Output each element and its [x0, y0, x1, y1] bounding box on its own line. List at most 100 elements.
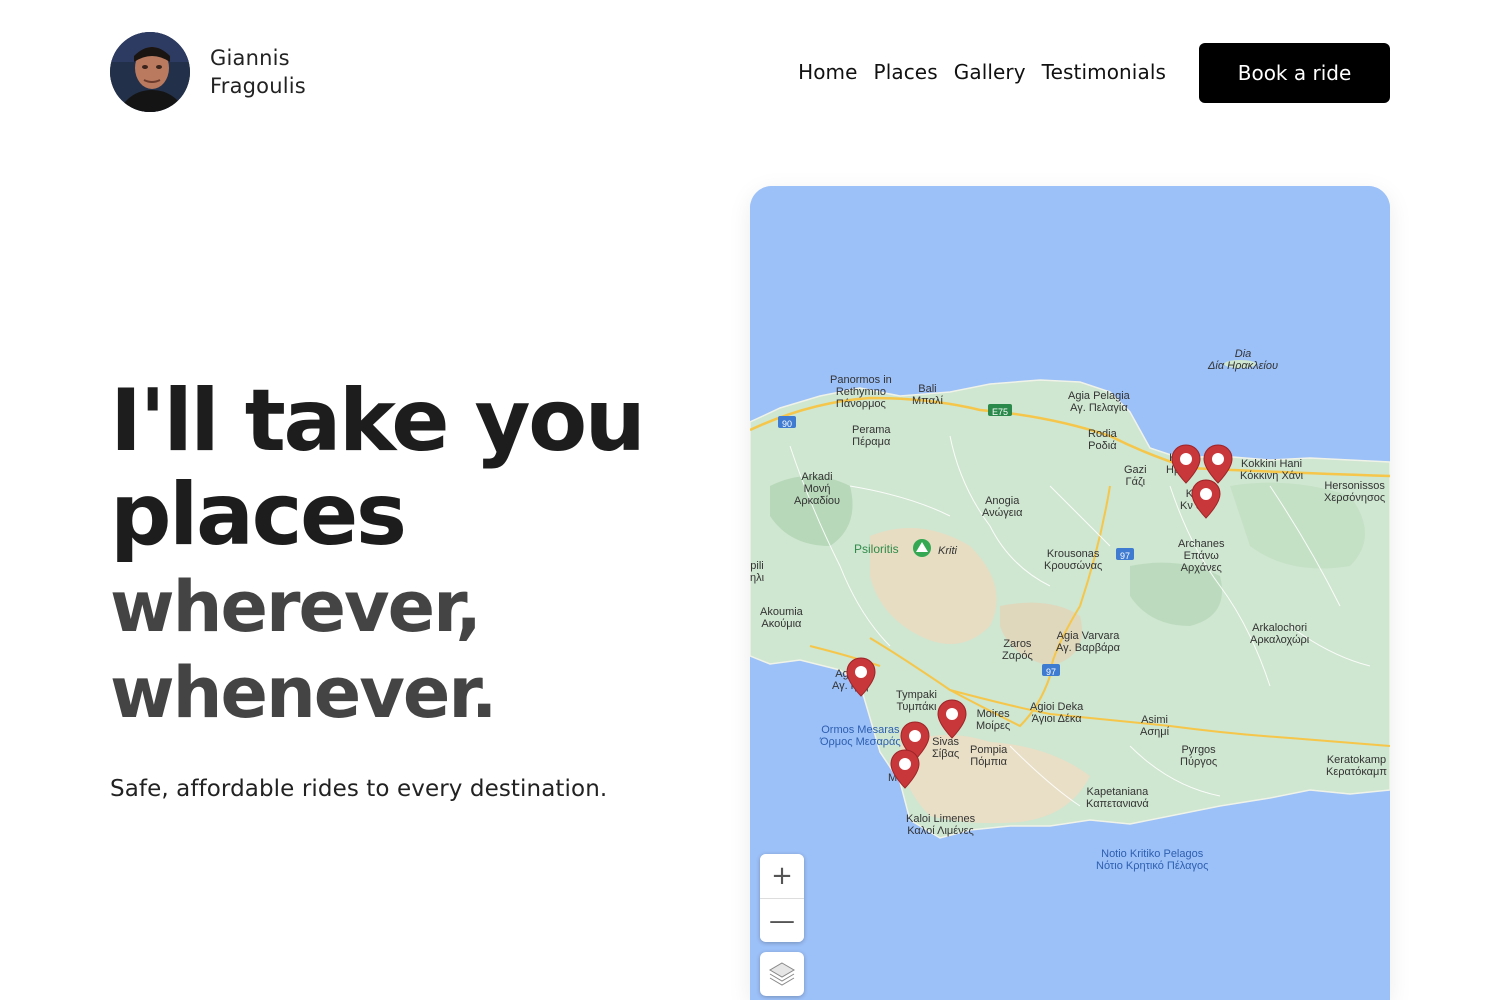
nav-home-link[interactable]: Home — [798, 60, 857, 84]
map-label-kriti: Kriti — [938, 545, 957, 557]
hero-title: I'll take you places — [110, 374, 730, 562]
map-label-tympaki-greek: Τυμπάκι — [896, 701, 937, 713]
zoom-control: + — — [760, 854, 804, 942]
map-label-psiloritis: Psiloritis — [854, 542, 899, 556]
map-label-pompia-greek: Πόμπια — [970, 756, 1008, 768]
map-label-dia: Dia Δία Ηρακλείου — [1208, 348, 1278, 372]
map-label-agia-pelagia-latin: Agia Pelagia — [1068, 390, 1130, 402]
map-label-hersonissos-greek: Χερσόνησος — [1324, 492, 1386, 504]
map-label-sivas: Sivas Σίβας — [932, 736, 959, 760]
layers-icon — [769, 961, 795, 986]
map-label-agia-pelagia-greek: Αγ. Πελαγία — [1070, 402, 1128, 414]
avatar — [110, 32, 190, 112]
map-pin-icon[interactable] — [890, 749, 920, 789]
map-pin-icon[interactable] — [1191, 479, 1221, 519]
map-label-arkadi: Arkadi Μονή Αρκαδίου — [794, 471, 840, 507]
map-label-spili: pili ηλι — [750, 560, 764, 584]
brand-name: Giannis Fragoulis — [210, 44, 306, 100]
map-label-keratokampos-greek: Κερατόκαμπ — [1326, 766, 1387, 778]
map-label-krousonas-latin: Krousonas — [1046, 548, 1100, 560]
map-label-archanes-1: Archanes — [1178, 538, 1225, 550]
hero-subtitle: wherever, whenever. — [110, 564, 730, 736]
map-label-zaros-latin: Zaros — [1003, 638, 1032, 650]
map-pin-icon[interactable] — [846, 657, 876, 697]
map-label-tympaki-latin: Tympaki — [896, 689, 937, 701]
map-label-rodia: Rodia Ροδιά — [1088, 428, 1117, 452]
map-label-pyrgos-greek: Πύργος — [1180, 756, 1218, 768]
map-label-panormos-3: Πάνορμος — [835, 398, 886, 410]
map-label-moires-greek: Μοίρες — [976, 720, 1011, 732]
map-label-kapetaniana-greek: Καπετανιανά — [1086, 798, 1149, 810]
brand-last-name: Fragoulis — [210, 74, 306, 98]
map-label-notio-latin: Notio Kritiko Pelagos — [1101, 848, 1204, 860]
zoom-in-button[interactable]: + — [760, 854, 804, 898]
map-label-asimi-latin: Asimi — [1141, 714, 1168, 726]
map-label-perama: Perama Πέραμα — [852, 424, 891, 448]
map-label-keratokampos-latin: Keratokamp — [1326, 754, 1387, 766]
map-widget[interactable]: 90 E75 97 97 Dia Δία Ηρακλείου Panormos … — [750, 186, 1390, 1000]
map-label-ormos-mesaras-greek: Όρμος Μεσαράς — [820, 736, 901, 748]
zoom-out-button[interactable]: — — [760, 898, 804, 942]
map-label-ormos-mesaras: Ormos Mesaras Όρμος Μεσαράς — [820, 724, 901, 748]
hero-section: I'll take you places wherever, whenever.… — [110, 374, 730, 802]
map-label-kapetaniana-latin: Kapetaniana — [1086, 786, 1149, 798]
nav-gallery-link[interactable]: Gallery — [954, 60, 1026, 84]
map-label-asimi: Asimi Ασημί — [1140, 714, 1169, 738]
map-label-rodia-greek: Ροδιά — [1088, 440, 1117, 452]
map-pin-icon[interactable] — [1171, 444, 1201, 484]
hero-tagline: Safe, affordable rides to every destinat… — [110, 776, 608, 802]
map-label-agia-pelagia: Agia Pelagia Αγ. Πελαγία — [1068, 390, 1130, 414]
map-label-arkalochori: Arkalochori Αρκαλοχώρι — [1250, 622, 1309, 646]
map-label-hersonissos-latin: Hersonissos — [1324, 480, 1385, 492]
hero-subtitle-line-1: wherever, — [110, 566, 482, 648]
hero-title-line-2: places — [110, 465, 407, 565]
map-label-archanes-3: Αρχάνες — [1180, 562, 1222, 574]
map-label-archanes-2: Επάνω — [1183, 550, 1219, 562]
map-label-arkadi-1: Arkadi — [801, 471, 833, 483]
map-label-anogia-greek: Ανώγεια — [982, 507, 1023, 519]
map-pin-icon[interactable] — [1203, 444, 1233, 484]
map-label-dia-latin: Dia — [1234, 348, 1252, 360]
map-label-zaros-greek: Ζαρός — [1002, 650, 1033, 662]
map-label-archanes: Archanes Επάνω Αρχάνες — [1178, 538, 1224, 574]
map-label-agioi-deka-latin: Agioi Deka — [1030, 701, 1084, 713]
map-label-kokkini-hani-latin: Kokkini Hani — [1240, 458, 1303, 470]
map-label-agioi-deka: Agioi Deka Άγιοι Δέκα — [1030, 701, 1083, 725]
map-label-krousonas-greek: Κρουσώνας — [1044, 560, 1103, 572]
map-label-perama-latin: Perama — [852, 424, 891, 436]
map-label-panormos-2: Rethymno — [835, 386, 886, 398]
map-label-panormos-1: Panormos in — [830, 374, 892, 386]
road-label-97a: 97 — [1119, 551, 1130, 561]
map-label-kaloi-limenes-latin: Kaloi Limenes — [906, 813, 976, 825]
map-canvas[interactable] — [750, 186, 1390, 1000]
map-label-zaros: Zaros Ζαρός — [1002, 638, 1033, 662]
map-label-hersonissos: Hersonissos Χερσόνησος — [1324, 480, 1385, 504]
nav-places-link[interactable]: Places — [874, 60, 938, 84]
map-label-notio-kritiko-pelagos: Notio Kritiko Pelagos Νότιο Κρητικό Πέλα… — [1096, 848, 1208, 872]
map-label-bali-greek: Μπαλί — [912, 395, 943, 407]
map-label-akoumia-greek: Ακούμια — [761, 618, 802, 630]
map-label-anogia: Anogia Ανώγεια — [982, 495, 1022, 519]
road-label-90: 90 — [781, 419, 792, 429]
map-label-moires: Moires Μοίρες — [976, 708, 1010, 732]
nav-testimonials-link[interactable]: Testimonials — [1042, 60, 1166, 84]
map-pin-icon[interactable] — [937, 699, 967, 739]
map-label-pyrgos: Pyrgos Πύργος — [1180, 744, 1217, 768]
hero-title-line-1: I'll take you — [110, 371, 646, 471]
book-ride-button[interactable]: Book a ride — [1199, 43, 1390, 103]
hero-subtitle-line-2: whenever. — [110, 652, 498, 734]
site-header: Giannis Fragoulis Home Places Gallery Te… — [110, 32, 1390, 114]
map-label-arkalochori-greek: Αρκαλοχώρι — [1250, 634, 1310, 646]
map-label-spili-latin: pili — [750, 560, 764, 572]
map-label-pompia-latin: Pompia — [970, 744, 1008, 756]
brand[interactable]: Giannis Fragoulis — [110, 32, 306, 112]
map-label-panormos: Panormos in Rethymno Πάνορμος — [830, 374, 892, 410]
map-label-agioi-deka-greek: Άγιοι Δέκα — [1031, 713, 1082, 725]
map-label-anogia-latin: Anogia — [985, 495, 1020, 507]
map-label-perama-greek: Πέραμα — [852, 436, 891, 448]
map-label-agia-varvara-latin: Agia Varvara — [1056, 630, 1120, 642]
layers-button[interactable] — [760, 952, 804, 996]
map-label-tympaki: Tympaki Τυμπάκι — [896, 689, 937, 713]
map-label-gazi-latin: Gazi — [1124, 464, 1147, 476]
map-label-agia-varvara-greek: Αγ. Βαρβάρα — [1056, 642, 1121, 654]
